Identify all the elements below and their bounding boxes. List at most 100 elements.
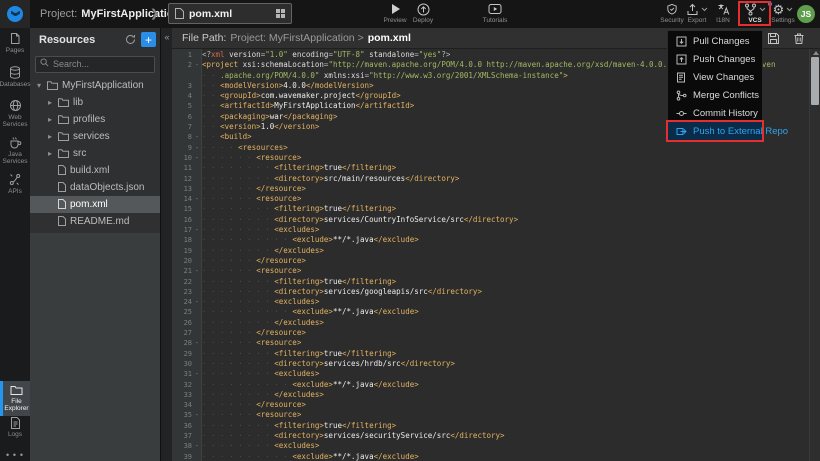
file-icon	[58, 199, 66, 209]
panel-filler	[30, 233, 160, 461]
gear-icon: ⚙	[773, 3, 785, 16]
tree-item-src[interactable]: ▸ src	[30, 145, 160, 162]
tutorials-button[interactable]: Tutorials	[473, 2, 517, 24]
search-input[interactable]	[35, 56, 155, 73]
tree-item-readme-md[interactable]: README.md	[30, 213, 160, 230]
folder-icon	[10, 385, 23, 396]
code-line: 17-· · · · · · · · <excludes>	[172, 225, 808, 235]
push-changes-icon	[676, 54, 687, 65]
menu-item-push-to-external-repo[interactable]: Push to External Repo	[668, 122, 762, 140]
code-line: 14-· · · · · · <resource>	[172, 194, 808, 204]
code-line: 30· · · · · · · · <directory>services/hr…	[172, 359, 808, 369]
tab-pom-xml[interactable]: pom.xml	[168, 3, 292, 24]
collapse-panel-icon[interactable]: «	[161, 32, 173, 42]
code-line: 9-· · · · <resources>	[172, 143, 808, 153]
more-options-icon[interactable]: • • •	[0, 450, 30, 460]
code-line: 31-· · · · · · · · <excludes>	[172, 369, 808, 379]
tree-item-root[interactable]: ▾ MyFirstApplication	[30, 77, 160, 94]
caret-right-icon[interactable]: ▸	[46, 115, 54, 124]
file-tree: ▾ MyFirstApplication ▸ lib ▸ profiles ▸ …	[30, 77, 160, 230]
sidebar-item-web-services[interactable]: Web Services	[0, 99, 30, 128]
delete-icon[interactable]	[794, 33, 804, 44]
logs-icon	[10, 417, 21, 429]
code-line: 23· · · · · · · · <directory>services/go…	[172, 287, 808, 297]
caret-down-icon[interactable]: ▾	[35, 81, 43, 90]
code-line: 12· · · · · · · · <directory>src/main/re…	[172, 174, 808, 184]
deploy-button[interactable]: Deploy	[403, 2, 443, 24]
play-icon	[390, 2, 401, 16]
menu-item-view-changes[interactable]: View Changes	[668, 68, 762, 86]
scrollbar-thumb[interactable]	[811, 57, 819, 105]
tree-item-build-xml[interactable]: build.xml	[30, 162, 160, 179]
tree-item-lib[interactable]: ▸ lib	[30, 94, 160, 111]
tree-item-dataobjects-json[interactable]: dataObjects.json	[30, 179, 160, 196]
folder-icon	[58, 115, 69, 124]
pages-icon	[9, 32, 21, 45]
file-path-label: File Path:	[182, 32, 226, 44]
refresh-icon[interactable]	[125, 34, 136, 45]
grid-icon[interactable]	[276, 9, 285, 18]
editor-scrollbar[interactable]	[809, 49, 820, 461]
code-line: 33· · · · · · · · </excludes>	[172, 390, 808, 400]
commit-history-icon	[676, 108, 687, 119]
code-line: 27· · · · · · </resource>	[172, 328, 808, 338]
tab-label: pom.xml	[189, 8, 271, 20]
sidebar-item-pages[interactable]: Pages	[0, 32, 30, 54]
code-line: 13· · · · · · </resource>	[172, 184, 808, 194]
globe-icon	[9, 99, 22, 112]
tree-item-profiles[interactable]: ▸ profiles	[30, 111, 160, 128]
code-line: 26· · · · · · · · </excludes>	[172, 318, 808, 328]
add-resource-button[interactable]: +	[141, 32, 156, 47]
coffee-cup-icon	[9, 136, 22, 149]
code-line: 18· · · · · · · · · · <exclude>**/*.java…	[172, 235, 808, 245]
caret-right-icon[interactable]: ▸	[46, 98, 54, 107]
scroll-up-arrow-icon[interactable]	[813, 51, 819, 55]
wavemaker-logo-icon[interactable]	[0, 0, 30, 28]
tree-item-pom-xml[interactable]: pom.xml	[30, 196, 160, 213]
merge-conflicts-icon	[676, 90, 687, 101]
code-line: 28-· · · · · · <resource>	[172, 338, 808, 348]
vcs-branch-icon	[744, 3, 757, 16]
tree-item-services[interactable]: ▸ services	[30, 128, 160, 145]
left-sidebar: Pages Databases Web Services Java Servic…	[0, 28, 30, 461]
file-path-crumbs: Project: MyFirstApplication >	[230, 32, 363, 44]
vcs-dropdown-menu: Pull Changes Push Changes View Changes M…	[667, 30, 763, 142]
caret-right-icon[interactable]: ▸	[46, 149, 54, 158]
i18n-button[interactable]: I18N	[706, 2, 740, 24]
save-icon[interactable]	[768, 33, 779, 44]
sidebar-item-logs[interactable]: Logs	[0, 417, 30, 438]
project-label: Project:	[40, 8, 77, 20]
code-line: 36· · · · · · · · <filtering>true</filte…	[172, 421, 808, 431]
menu-item-commit-history[interactable]: Commit History	[668, 104, 762, 122]
chevron-down-icon	[786, 7, 793, 12]
code-line: 34· · · · · · </resource>	[172, 400, 808, 410]
sidebar-item-databases[interactable]: Databases	[0, 66, 30, 88]
menu-item-pull-changes[interactable]: Pull Changes	[668, 32, 762, 50]
menu-item-push-changes[interactable]: Push Changes	[668, 50, 762, 68]
code-line: 11· · · · · · · · <filtering>true</filte…	[172, 163, 808, 173]
code-line: 37· · · · · · · · <directory>services/se…	[172, 431, 808, 441]
file-icon	[58, 216, 66, 226]
resources-panel: Resources + ▾ MyFirstApplication ▸ lib ▸…	[30, 28, 160, 461]
file-icon	[58, 165, 66, 175]
panel-collapse-strip[interactable]: «	[160, 28, 172, 461]
caret-right-icon[interactable]: ▸	[46, 132, 54, 141]
code-line: 38-· · · · · · · · <excludes>	[172, 441, 808, 451]
user-avatar[interactable]: JS	[797, 5, 815, 23]
sidebar-item-file-explorer[interactable]: File Explorer	[0, 381, 30, 416]
push-external-repo-icon	[676, 126, 687, 137]
code-line: 35-· · · · · · <resource>	[172, 410, 808, 420]
code-line: 16· · · · · · · · <directory>services/Co…	[172, 215, 808, 225]
sidebar-item-java-services[interactable]: Java Services	[0, 136, 30, 165]
file-path-file: pom.xml	[368, 32, 411, 44]
deploy-icon	[417, 2, 430, 16]
translate-icon	[717, 2, 730, 16]
search-icon	[40, 58, 49, 67]
code-line: 24-· · · · · · · · <excludes>	[172, 297, 808, 307]
sidebar-item-apis[interactable]: APIs	[0, 173, 30, 195]
database-icon	[9, 66, 21, 79]
menu-item-merge-conflicts[interactable]: Merge Conflicts	[668, 86, 762, 104]
folder-icon	[58, 132, 69, 141]
project-breadcrumb[interactable]: Project: MyFirstApplication	[40, 0, 180, 28]
code-line: 21-· · · · · · <resource>	[172, 266, 808, 276]
